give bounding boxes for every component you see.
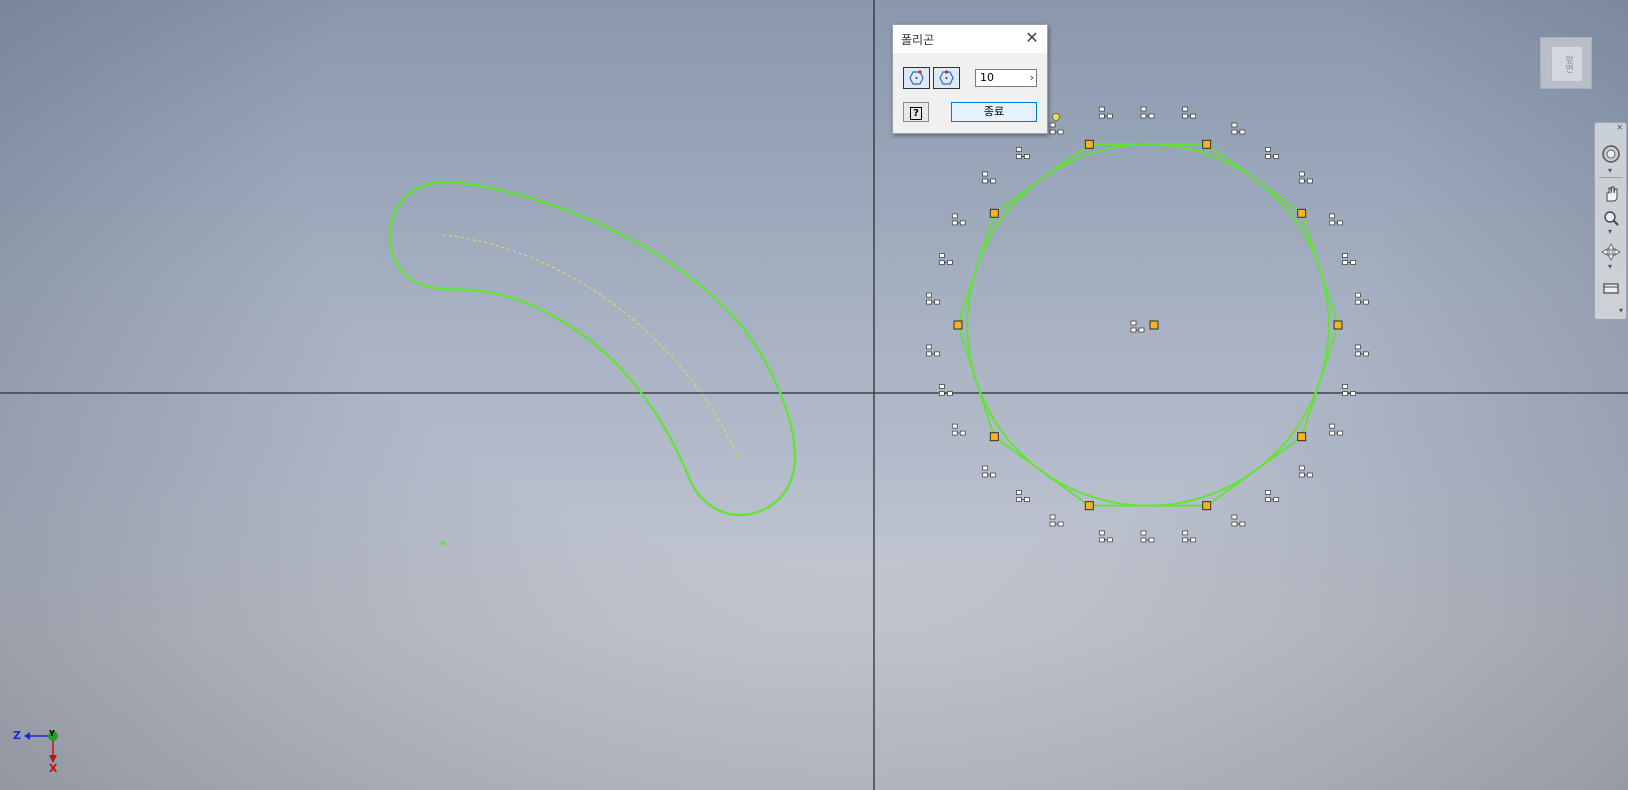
- navigation-bar[interactable]: ✕ ▾ ▾ ▾ ▾: [1594, 122, 1627, 320]
- zoom-icon[interactable]: [1601, 209, 1621, 227]
- cursor-point: [1052, 113, 1060, 121]
- polygon-sketch[interactable]: [957, 143, 1339, 507]
- sides-count-input[interactable]: 10 ›: [975, 69, 1037, 87]
- orbit-icon[interactable]: [1601, 243, 1621, 261]
- slot-sketch-profile[interactable]: [388, 180, 797, 517]
- polygon-vertex-point[interactable]: [1202, 501, 1212, 511]
- constraint-glyph: [1265, 147, 1279, 159]
- dialog-title: 폴리곤: [901, 33, 935, 47]
- constraint-glyph: [1130, 320, 1145, 333]
- viewcube-face-label[interactable]: 앞면: [1551, 46, 1583, 82]
- polygon-inscribed-icon: [909, 70, 924, 85]
- constraint-glyph: [1231, 122, 1246, 135]
- constraint-glyph: [939, 384, 953, 396]
- chevron-right-icon[interactable]: ›: [1030, 70, 1034, 86]
- constraint-glyph: [1298, 465, 1313, 478]
- navbar-divider: [1599, 177, 1623, 178]
- constraint-glyph: [982, 465, 997, 478]
- constraint-glyph: [1342, 384, 1356, 396]
- constraint-glyph: [1140, 530, 1155, 543]
- chevron-down-icon[interactable]: ▾: [1608, 166, 1612, 175]
- polygon-vertex-point[interactable]: [1202, 139, 1212, 149]
- steering-wheel-icon[interactable]: [1601, 143, 1621, 165]
- sides-value: 10: [980, 71, 994, 84]
- constraint-glyph: [1329, 423, 1344, 436]
- constraint-glyph: [1098, 106, 1113, 119]
- constraint-glyph: [1342, 253, 1356, 265]
- slot-centerline: [442, 234, 741, 461]
- polygon-vertex-point[interactable]: [989, 432, 999, 442]
- polygon-circumscribed-icon: [939, 70, 954, 85]
- constraint-glyph: [1098, 530, 1113, 543]
- constraint-glyphs: [926, 106, 1369, 543]
- polygon-dialog[interactable]: 폴리곤 ✕ 10 › ? 종료: [892, 24, 1048, 134]
- polygon-vertex-point[interactable]: [953, 320, 963, 330]
- close-icon[interactable]: ✕: [1616, 123, 1623, 132]
- constraint-glyph: [926, 292, 940, 305]
- constraint-glyph: [951, 423, 966, 436]
- polygon-circumscribed-button[interactable]: [933, 67, 960, 89]
- polygon-vertex-point[interactable]: [1084, 139, 1094, 149]
- constraint-glyph: [1182, 106, 1197, 119]
- constraint-glyph: [951, 213, 966, 226]
- close-icon[interactable]: ✕: [1023, 29, 1041, 47]
- constraint-glyph: [939, 253, 953, 265]
- constraint-glyph: [1355, 292, 1369, 305]
- constraint-glyph: [1265, 490, 1279, 502]
- sketch-point[interactable]: [441, 541, 445, 545]
- polygon-vertex-point[interactable]: [1297, 432, 1307, 442]
- chevron-down-icon[interactable]: ▾: [1608, 262, 1612, 271]
- polygon-vertex-point[interactable]: [1333, 320, 1343, 330]
- graphics-window[interactable]: 폴리곤 ✕ 10 › ? 종료 앞면 ✕ ▾ ▾ ▾ ▾ Z Y X: [0, 0, 1628, 790]
- dialog-titlebar[interactable]: 폴리곤 ✕: [893, 25, 1047, 53]
- constraint-glyph: [1355, 344, 1369, 357]
- constraint-glyph: [1182, 530, 1197, 543]
- polygon-inscribed-button[interactable]: [903, 67, 930, 89]
- triad-y-label: Y: [49, 729, 55, 738]
- sketch-canvas[interactable]: [0, 0, 1628, 790]
- viewcube[interactable]: 앞면: [1540, 37, 1592, 89]
- constraint-glyph: [1049, 122, 1064, 135]
- help-icon: ?: [910, 107, 922, 120]
- constraint-glyph: [1016, 490, 1030, 502]
- finish-button[interactable]: 종료: [951, 102, 1037, 122]
- polygon-center-point[interactable]: [1149, 320, 1159, 330]
- constraint-glyph: [1329, 213, 1344, 226]
- polygon-vertex-point[interactable]: [1297, 208, 1307, 218]
- constraint-glyph: [1231, 514, 1246, 527]
- constraint-glyph: [1140, 106, 1155, 119]
- inscribed-circle[interactable]: [966, 143, 1330, 507]
- look-at-icon[interactable]: [1601, 279, 1621, 297]
- chevron-down-icon[interactable]: ▾: [1608, 227, 1612, 236]
- customize-icon[interactable]: ▾: [1619, 306, 1623, 315]
- polygon-edges[interactable]: [957, 143, 1339, 507]
- help-button[interactable]: ?: [903, 102, 929, 122]
- polygon-vertex-point[interactable]: [989, 208, 999, 218]
- constraint-glyph: [926, 344, 940, 357]
- constraint-glyph: [1298, 171, 1313, 184]
- pan-icon[interactable]: [1601, 185, 1621, 203]
- triad-z-label: Z: [13, 729, 21, 742]
- polygon-vertex-point[interactable]: [1084, 501, 1094, 511]
- triad-x-label: X: [49, 762, 58, 775]
- constraint-glyph: [1016, 147, 1030, 159]
- constraint-glyph: [1049, 514, 1064, 527]
- constraint-glyph: [982, 171, 997, 184]
- axis-triad: Z Y X: [10, 726, 70, 776]
- polygon-vertices[interactable]: [953, 139, 1343, 511]
